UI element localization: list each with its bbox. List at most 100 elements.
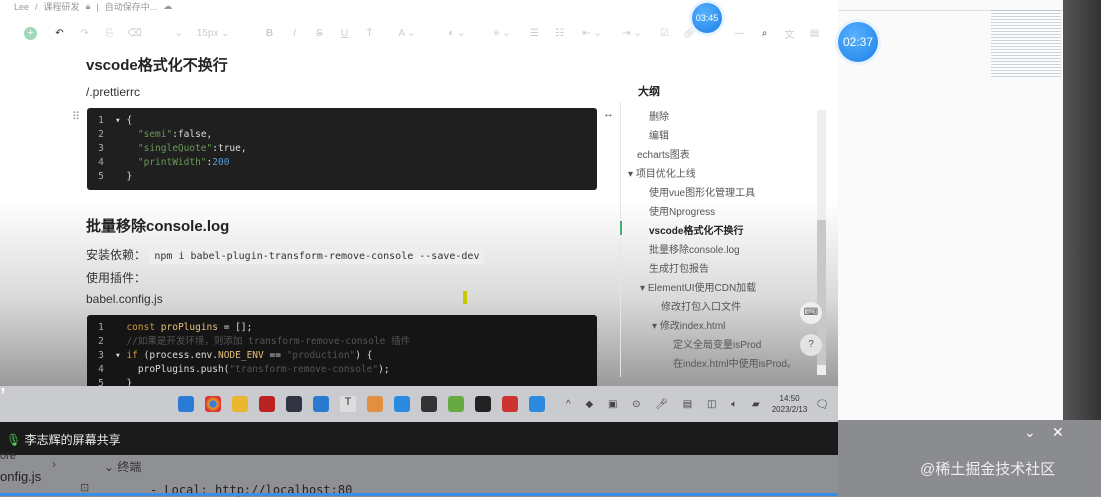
code-line: 1 const proPlugins = []; (98, 322, 253, 333)
app-icon[interactable] (286, 396, 302, 412)
outline-item[interactable]: echarts图表 (637, 146, 690, 161)
code-line: 4 proPlugins.push("transform-remove-cons… (98, 364, 390, 375)
code-block-babel[interactable]: 1 const proPlugins = []; 2 //如果是开发环境，则添加… (87, 315, 597, 386)
heading-remove-console: 批量移除console.log (86, 218, 230, 235)
more-icon[interactable]: ▤ (802, 28, 827, 39)
outline-item[interactable]: 修改打包入口文件 (661, 298, 741, 313)
start-icon[interactable] (178, 396, 194, 412)
code-line: 3 ▾ if (process.env.NODE_ENV == "producti… (98, 350, 373, 361)
insert-button[interactable]: + (24, 27, 37, 40)
help-button[interactable]: ? (800, 334, 822, 356)
code-line: 2 "semi":false, (98, 129, 213, 140)
font-size-select[interactable]: ⌄ 15px ⌄ (147, 28, 257, 39)
drag-handle-icon[interactable]: ⠿ (72, 110, 80, 123)
font-color-icon[interactable]: A ⌄ (382, 28, 432, 39)
outline-item[interactable]: 使用Nprogress (649, 203, 715, 218)
terminal-tab[interactable]: ⌄ 终端 (104, 458, 141, 475)
outline-title: 大纲 (638, 86, 660, 98)
outline-panel: 大纲 删除 编辑 echarts图表 ▾ 项目优化上线 使用vue图形化管理工具… (620, 80, 830, 380)
heading-vscode: vscode格式化不换行 (86, 57, 228, 74)
watermark: @稀土掘金技术社区 (920, 461, 1056, 478)
clock[interactable]: 14:50 2023/2/13 (772, 393, 808, 415)
vscode-background: ore onfig.js › ⌄ 终端 ⊡ - Local: http://lo… (0, 450, 838, 497)
typora-icon[interactable]: T (340, 396, 356, 412)
vscode-icon[interactable] (313, 396, 329, 412)
outline-item-active[interactable]: vscode格式化不换行 (649, 222, 743, 237)
align-icon[interactable]: ≡ ⌄ (482, 28, 522, 39)
outline-scrollbar[interactable] (817, 110, 826, 375)
eraser-icon[interactable]: ⌫ (122, 28, 147, 39)
git-icon[interactable] (367, 396, 383, 412)
filezilla-icon[interactable] (259, 396, 275, 412)
undo-icon[interactable]: ↶ (47, 28, 72, 39)
screen-share-bar: ’ 🎙︎ 李志辉的屏幕共享 (0, 382, 838, 455)
outdent-icon[interactable]: ⇥ ⌄ (612, 28, 652, 39)
indent-icon[interactable]: ⇤ ⌄ (572, 28, 612, 39)
install-command: npm i babel-plugin-transform-remove-cons… (149, 249, 485, 264)
file-tree-item[interactable]: ore (0, 450, 16, 462)
system-tray[interactable]: ^ ◆ ▣ ⊙ 🎤︎ ▤ ◫ 🔈︎ ▰ (566, 399, 766, 410)
bold-icon[interactable]: B (257, 28, 282, 39)
translate-icon[interactable]: 文 (777, 26, 802, 41)
side-window: 02:37 (838, 0, 1101, 420)
side-window-lower: ⌄ ✕ @稀土掘金技术社区 (838, 420, 1101, 496)
file-tree-item[interactable]: onfig.js (0, 469, 41, 484)
breadcrumb-folder[interactable]: 课程研发 (44, 0, 80, 13)
app-icon[interactable] (394, 396, 410, 412)
filezilla-icon[interactable] (502, 396, 518, 412)
highlight-icon[interactable]: ◐ ⌄ (432, 28, 482, 39)
notification-icon[interactable]: 🗨︎ (815, 398, 829, 411)
document-editor: Lee / 课程研发 🔒︎ | 自动保存中... ☁︎ + ↶ ↷ ⎘ ⌫ ⌄ 15px… (0, 0, 838, 386)
outline-item[interactable]: 编辑 (649, 127, 669, 142)
divider-icon[interactable]: — (727, 28, 752, 39)
outline-item[interactable]: 删除 (649, 108, 669, 123)
outline-item[interactable]: 批量移除console.log (649, 241, 740, 256)
babel-config-paragraph: babel.config.js (86, 292, 163, 306)
keyboard-shortcut-icon[interactable]: ⌨ (800, 302, 822, 324)
find-icon[interactable]: ⌕ (752, 28, 777, 39)
outline-item[interactable]: 在index.html中使用isProd。 (673, 355, 797, 370)
checkbox-icon[interactable]: ☑ (652, 28, 677, 39)
app-icon[interactable] (529, 396, 545, 412)
underline-icon[interactable]: U (332, 28, 357, 39)
italic-icon[interactable]: I (282, 28, 307, 39)
terminal-icon[interactable] (421, 396, 437, 412)
save-status: 自动保存中... (104, 2, 158, 12)
outline-item[interactable]: ▾ 修改index.html (652, 317, 725, 332)
chrome-icon[interactable] (205, 396, 221, 412)
expand-width-icon[interactable]: ↔ (603, 108, 614, 120)
timer-badge-large: 02:37 (838, 22, 878, 62)
code-block-prettierrc[interactable]: 1 ▾ { 2 "semi":false, 3 "singleQuote":tru… (87, 108, 597, 190)
outline-item[interactable]: 生成打包报告 (649, 260, 709, 275)
code-line: 2 //如果是开发环境，则添加 transform-remove-console… (98, 336, 411, 347)
code-line: 3 "singleQuote":true, (98, 143, 247, 154)
superscript-icon[interactable]: T̈ (357, 28, 382, 39)
microphone-icon: 🎙︎ (6, 433, 22, 447)
folder-icon[interactable] (232, 396, 248, 412)
use-plugin-paragraph: 使用插件： (86, 271, 147, 285)
overlay-glyph: ’ (0, 382, 6, 412)
bullet-list-icon[interactable]: ☰ (522, 28, 547, 39)
sublime-icon[interactable] (475, 396, 491, 412)
app-icon[interactable] (448, 396, 464, 412)
windows-taskbar: T ^ ◆ ▣ ⊙ 🎤︎ ▤ ◫ 🔈︎ ▰ 14:50 2023/2/13 🗨︎ (0, 386, 838, 422)
breadcrumb-user[interactable]: Lee (14, 2, 29, 12)
outline-item[interactable]: ▾ 项目优化上线 (628, 165, 696, 180)
outline-item[interactable]: 定义全局变量isProd (673, 336, 761, 351)
outline-active-indicator (620, 221, 622, 235)
breadcrumb: Lee / 课程研发 🔒︎ | 自动保存中... ☁︎ (14, 0, 173, 13)
redo-icon[interactable]: ↷ (72, 28, 97, 39)
lock-icon: 🔒︎ (85, 1, 91, 11)
ordered-list-icon[interactable]: ☷ (547, 28, 572, 39)
timer-badge-small: 03:45 (692, 3, 722, 33)
format-painter-icon[interactable]: ⎘ (97, 28, 122, 39)
chevron-right-icon[interactable]: › (52, 457, 56, 471)
install-paragraph: 安装依赖： npm i babel-plugin-transform-remov… (86, 246, 485, 264)
outline-item[interactable]: ▾ ElementUI使用CDN加载 (640, 279, 756, 294)
outline-item[interactable]: 使用vue图形化管理工具 (649, 184, 755, 199)
chevron-down-icon[interactable]: ⌄ (1024, 424, 1036, 441)
strikethrough-icon[interactable]: S (307, 28, 332, 39)
close-icon[interactable]: ✕ (1052, 424, 1064, 441)
code-line: 5 } (98, 378, 133, 386)
share-label: 🎙︎ 李志辉的屏幕共享 (6, 433, 121, 447)
